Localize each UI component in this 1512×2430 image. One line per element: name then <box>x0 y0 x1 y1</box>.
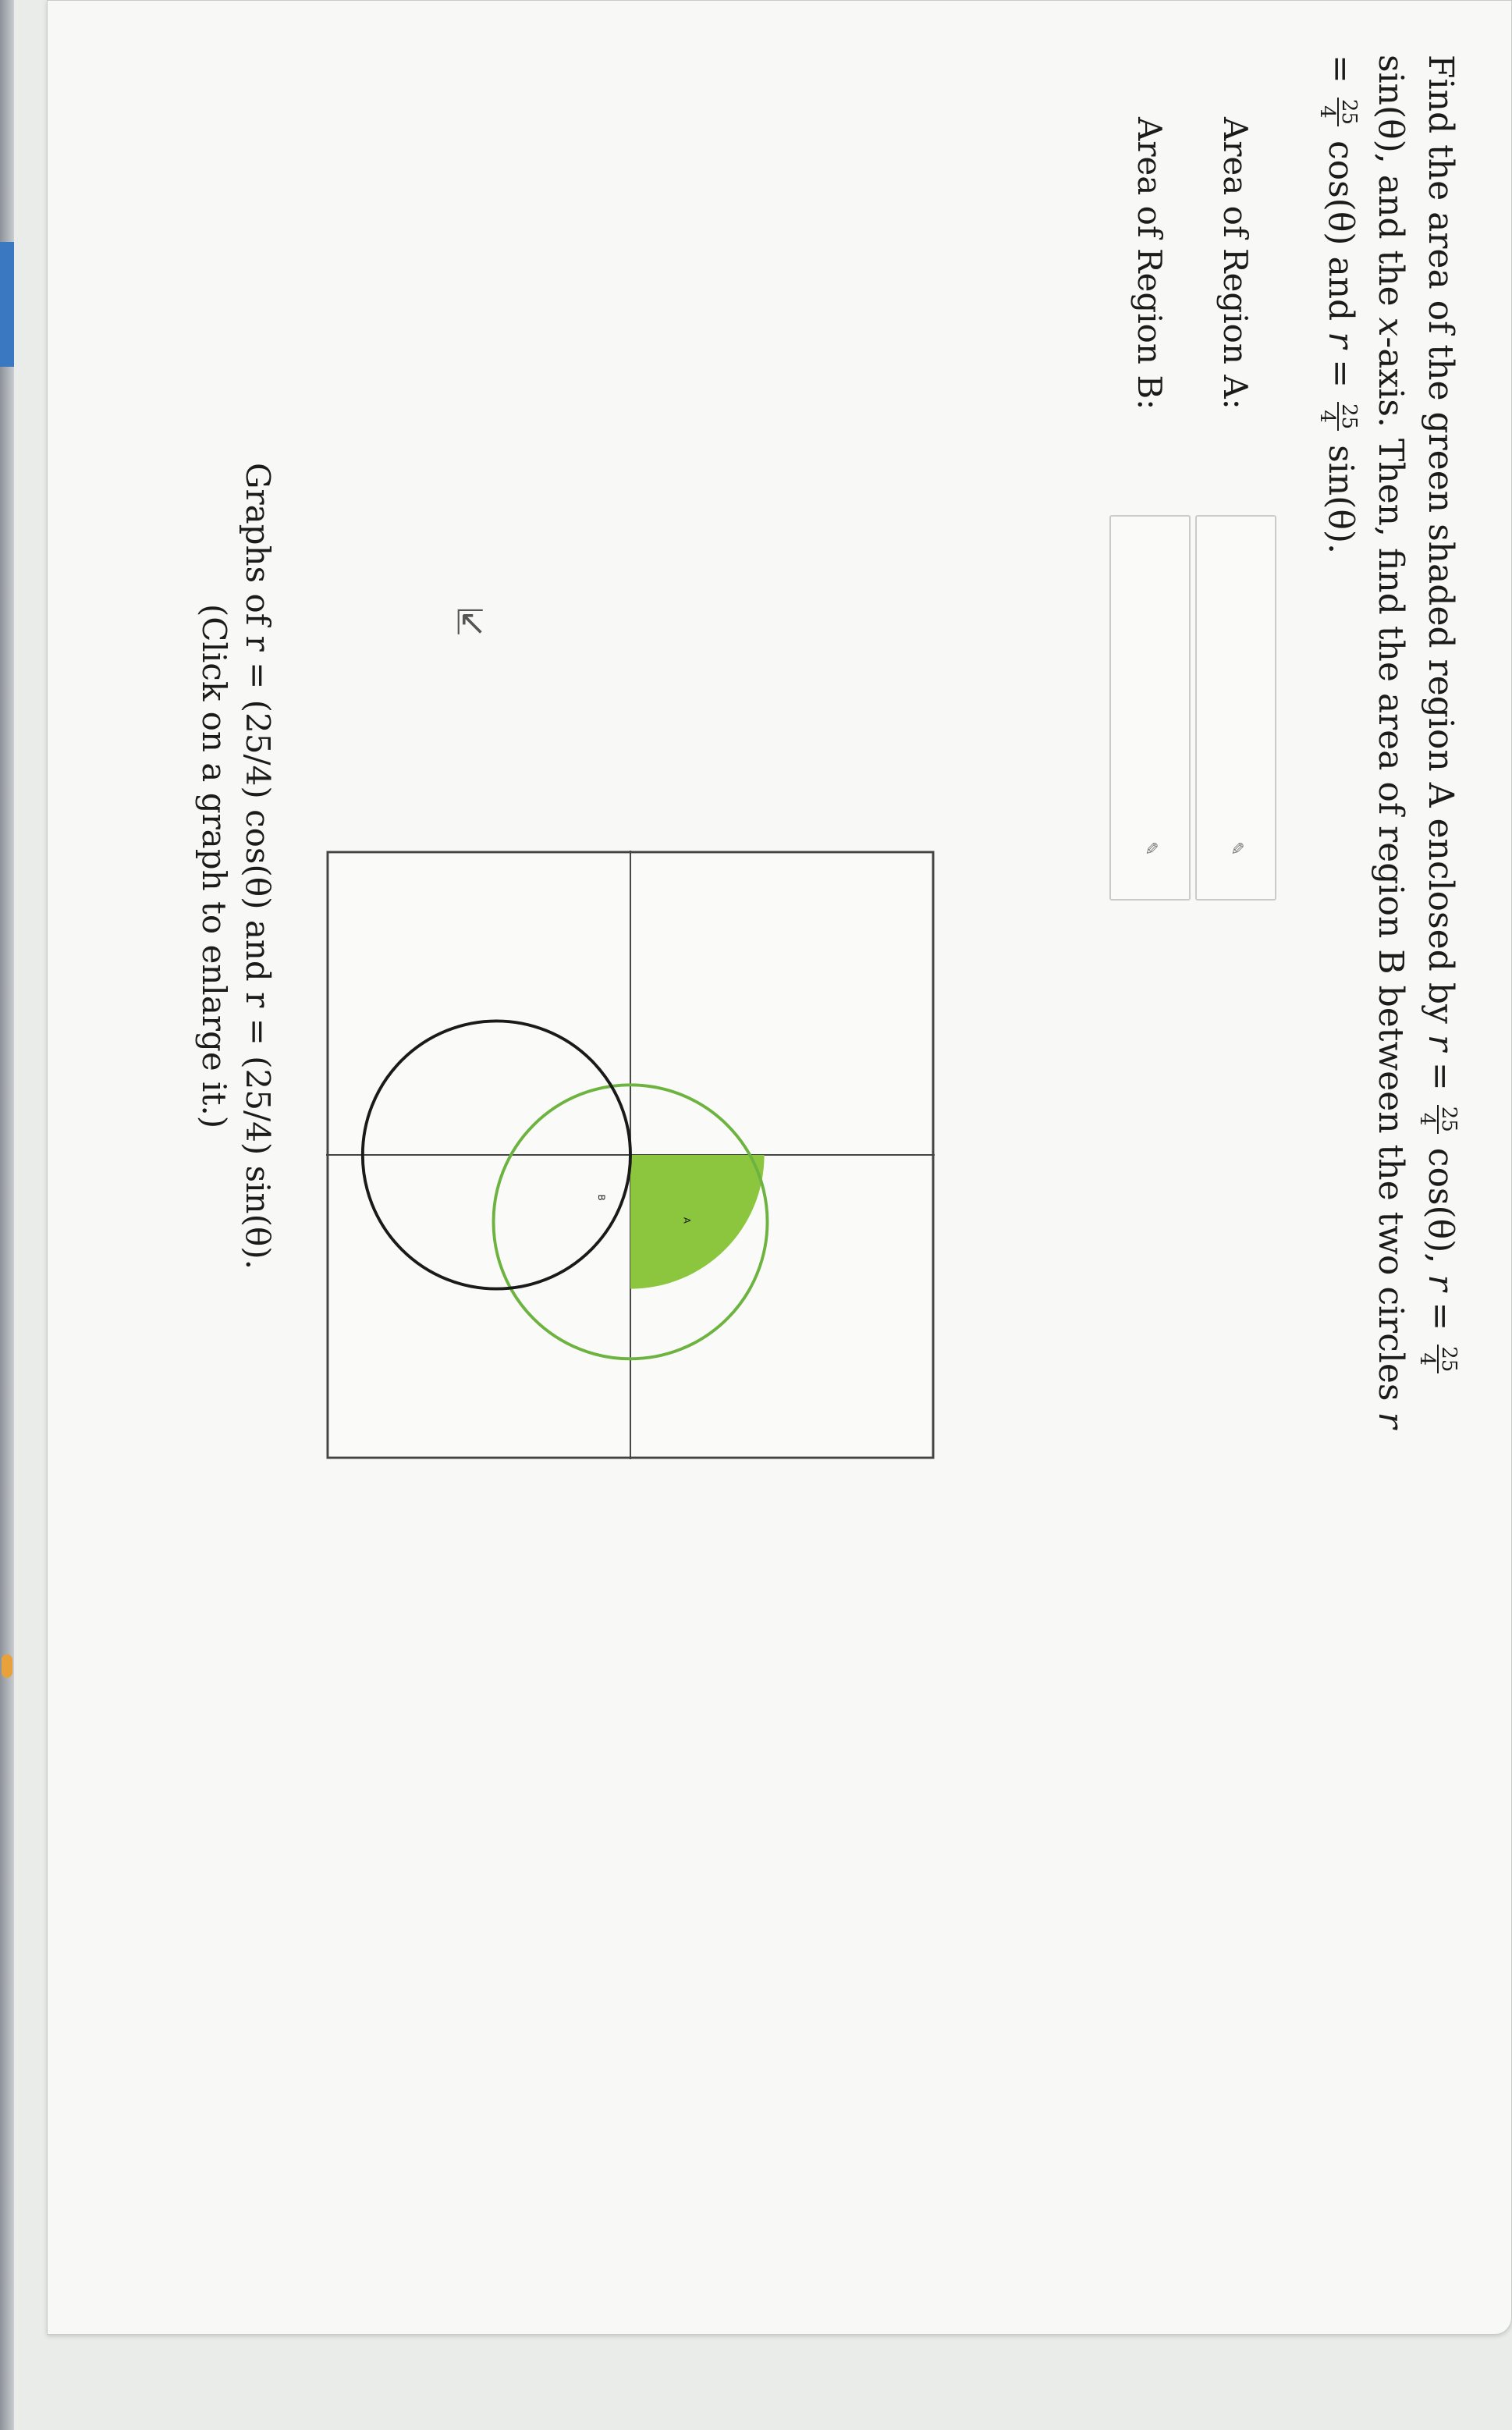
fraction-25-4: 25 4 <box>1315 97 1361 126</box>
frac-num: 25 <box>1337 97 1361 126</box>
var-x: x <box>1371 317 1411 337</box>
eq: = <box>1421 1291 1461 1342</box>
rotated-question-view: Find the area of the green shaded region… <box>0 0 1512 2430</box>
polar-graph-thumbnail[interactable]: A B <box>326 851 935 1459</box>
math-editor-icon[interactable]: ✎ <box>1141 841 1160 860</box>
graph-caption-line2: (Click on a graph to enlarge it.) <box>195 603 233 1129</box>
frac-den: 4 <box>1415 1112 1439 1126</box>
frac-num: 25 <box>1337 402 1361 432</box>
frac-den: 4 <box>1315 105 1340 119</box>
region-a-input-box[interactable]: ✎ <box>1195 515 1276 901</box>
fraction-25-4: 25 4 <box>1415 1104 1461 1134</box>
fraction-25-4: 25 4 <box>1415 1345 1461 1374</box>
math-editor-icon[interactable]: ✎ <box>1226 841 1246 860</box>
frac-den: 4 <box>1415 1352 1439 1366</box>
frac-num: 25 <box>1437 1104 1461 1134</box>
cos-term: cos(θ), <box>1421 1136 1461 1275</box>
problem-statement: Find the area of the green shaded region… <box>1315 55 1465 1444</box>
question-content: Find the area of the green shaded region… <box>1105 55 1465 1615</box>
answer-row-b: Area of Region B: ✎ <box>1105 55 1191 1615</box>
mouse-cursor-icon: ⇱ <box>456 602 484 643</box>
cos-term: cos(θ) <box>1321 129 1361 246</box>
sin-term: sin(θ), <box>1371 55 1411 175</box>
and-text: and <box>1321 245 1361 332</box>
problem-text-3: -axis. Then, find the area of region B b… <box>1371 336 1411 1412</box>
region-a-label: Area of Region A: <box>1216 117 1255 410</box>
fraction-25-4: 25 4 <box>1315 402 1361 432</box>
region-b-input-box[interactable]: ✎ <box>1109 515 1191 901</box>
label-b: B <box>596 1195 607 1201</box>
frac-den: 4 <box>1315 410 1340 423</box>
var-r: r <box>1321 332 1361 349</box>
var-r: r <box>1371 1412 1411 1429</box>
sin-term-end: sin(θ). <box>1321 434 1361 554</box>
eq: = <box>1421 1050 1461 1102</box>
var-r: r <box>1421 1274 1461 1291</box>
problem-text-2: and the <box>1371 174 1411 318</box>
graph-caption-line1: Graphs of r = (25/4) cos(θ) and r = (25/… <box>239 462 277 1270</box>
region-b-label: Area of Region B: <box>1130 117 1169 410</box>
graph-caption: Graphs of r = (25/4) cos(θ) and r = (25/… <box>192 281 279 1451</box>
label-a: A <box>681 1217 692 1224</box>
answer-row-a: Area of Region A: ✎ <box>1191 55 1276 1615</box>
eq: = <box>1321 348 1361 400</box>
problem-text-1: Find the area of the green shaded region… <box>1421 55 1461 1035</box>
var-r: r <box>1421 1034 1461 1051</box>
frac-num: 25 <box>1437 1345 1461 1374</box>
polar-graph-svg[interactable]: A B <box>326 851 935 1459</box>
eq: = <box>1321 55 1361 94</box>
